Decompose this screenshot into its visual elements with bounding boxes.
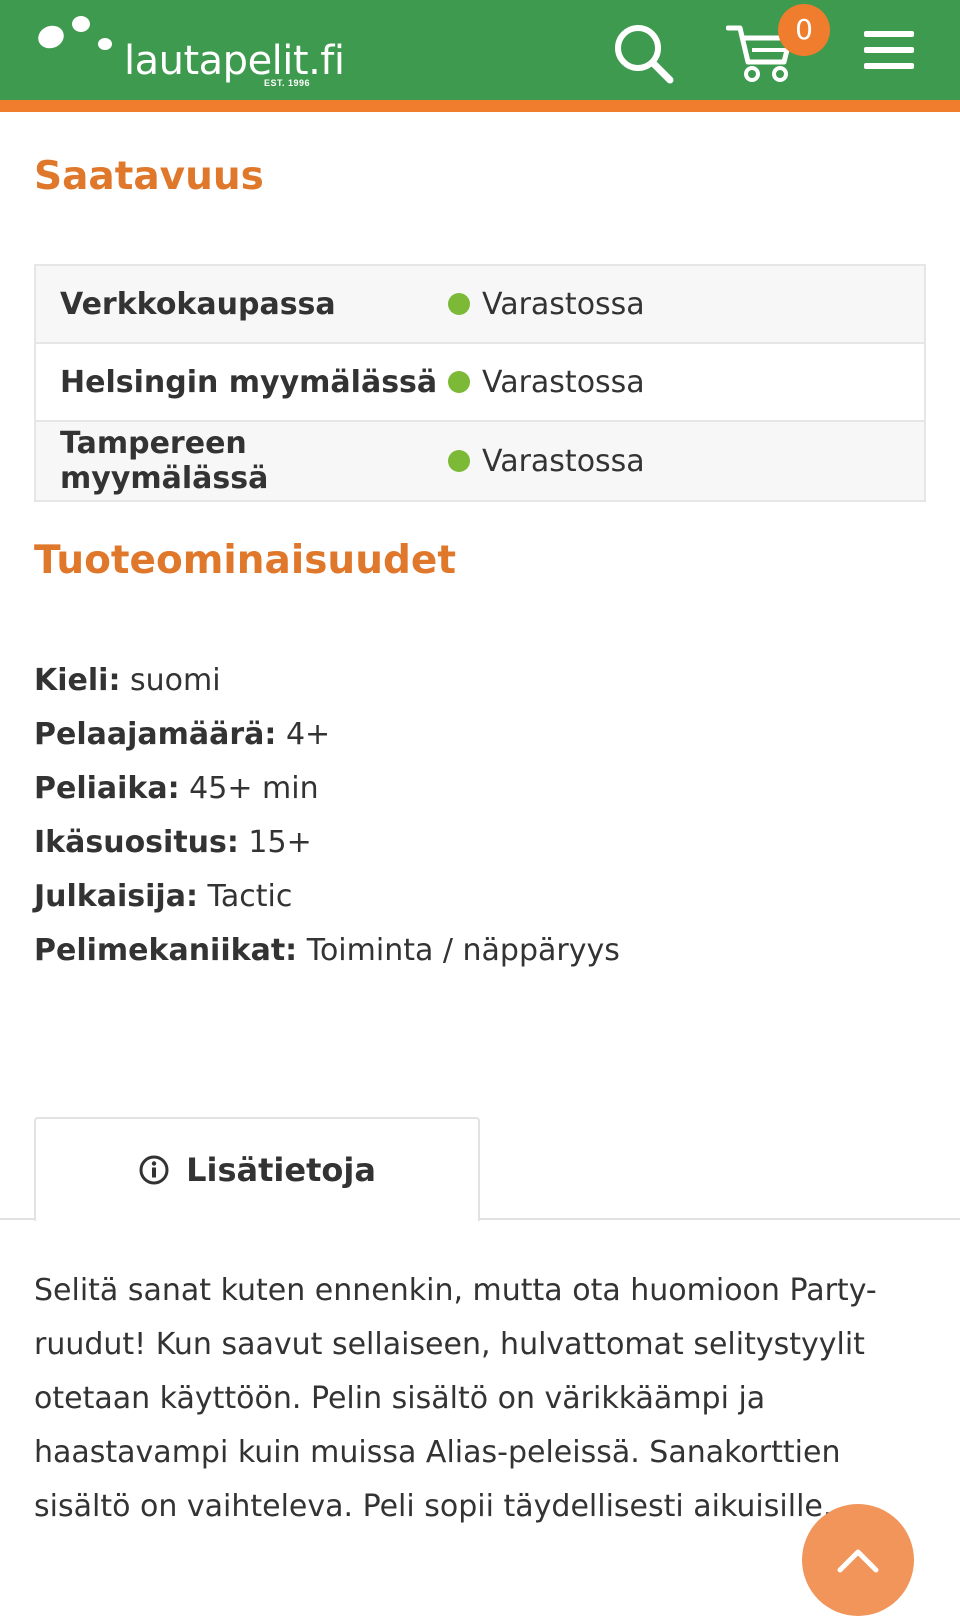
property-key: Kieli: [34,663,121,698]
property-value: 15+ [248,825,312,860]
in-stock-dot-icon [448,450,470,472]
availability-location: Tampereen myymälässä [60,426,269,496]
properties-list: Kieli: suomi Pelaajamäärä: 4+ Peliaika: … [34,663,620,987]
availability-status-text: Varastossa [482,443,645,479]
property-key: Julkaisija: [34,879,198,914]
logo-est: EST. 1996 [264,78,311,88]
availability-row: Tampereen myymälässä Varastossa [36,422,924,500]
scroll-to-top-button[interactable] [802,1504,914,1616]
property-item: Peliaika: 45+ min [34,771,620,825]
property-key: Pelaajamäärä: [34,717,277,752]
site-header: lautapelit.fi EST. 1996 0 [0,0,960,112]
property-key: Peliaika: [34,771,180,806]
property-item: Kieli: suomi [34,663,620,717]
logo-dot [98,38,112,50]
availability-row: Helsingin myymälässä Varastossa [36,344,924,422]
logo-text: lautapelit.fi [124,38,345,84]
chevron-up-icon [837,1549,879,1573]
property-item: Pelaajamäärä: 4+ [34,717,620,771]
product-description: Selitä sanat kuten ennenkin, mutta ota h… [34,1273,877,1524]
info-icon [139,1155,169,1185]
availability-status-text: Varastossa [482,364,645,400]
properties-heading: Tuoteominaisuudet [34,538,456,583]
property-key: Pelimekaniikat: [34,933,298,968]
availability-status: Varastossa [448,365,645,400]
cart-count-badge[interactable]: 0 [778,4,830,56]
tab-lisatietoja[interactable]: Lisätietoja [34,1117,480,1221]
property-value: 4+ [285,717,331,752]
property-value: Toiminta / näppäryys [306,933,620,968]
availability-heading: Saatavuus [34,154,264,199]
availability-status-text: Varastossa [482,286,645,322]
property-value: suomi [130,663,221,698]
menu-icon[interactable] [864,28,914,72]
property-key: Ikäsuositus: [34,825,239,860]
logo-dot [72,16,90,32]
availability-row: Verkkokaupassa Varastossa [36,266,924,344]
availability-location: Helsingin myymälässä [60,364,438,400]
availability-status: Varastossa [448,287,645,322]
availability-location: Verkkokaupassa [60,286,336,322]
property-item: Pelimekaniikat: Toiminta / näppäryys [34,933,620,987]
property-item: Julkaisija: Tactic [34,879,620,933]
in-stock-dot-icon [448,371,470,393]
availability-table: Verkkokaupassa Varastossa Helsingin myym… [34,264,926,502]
in-stock-dot-icon [448,293,470,315]
tab-label: Lisätietoja [186,1151,376,1189]
property-item: Ikäsuositus: 15+ [34,825,620,879]
property-value: 45+ min [189,771,319,806]
site-logo[interactable]: lautapelit.fi EST. 1996 [34,8,354,98]
search-icon[interactable] [612,22,676,86]
property-value: Tactic [207,879,293,914]
availability-status: Varastossa [448,444,645,479]
logo-dot [35,22,67,52]
